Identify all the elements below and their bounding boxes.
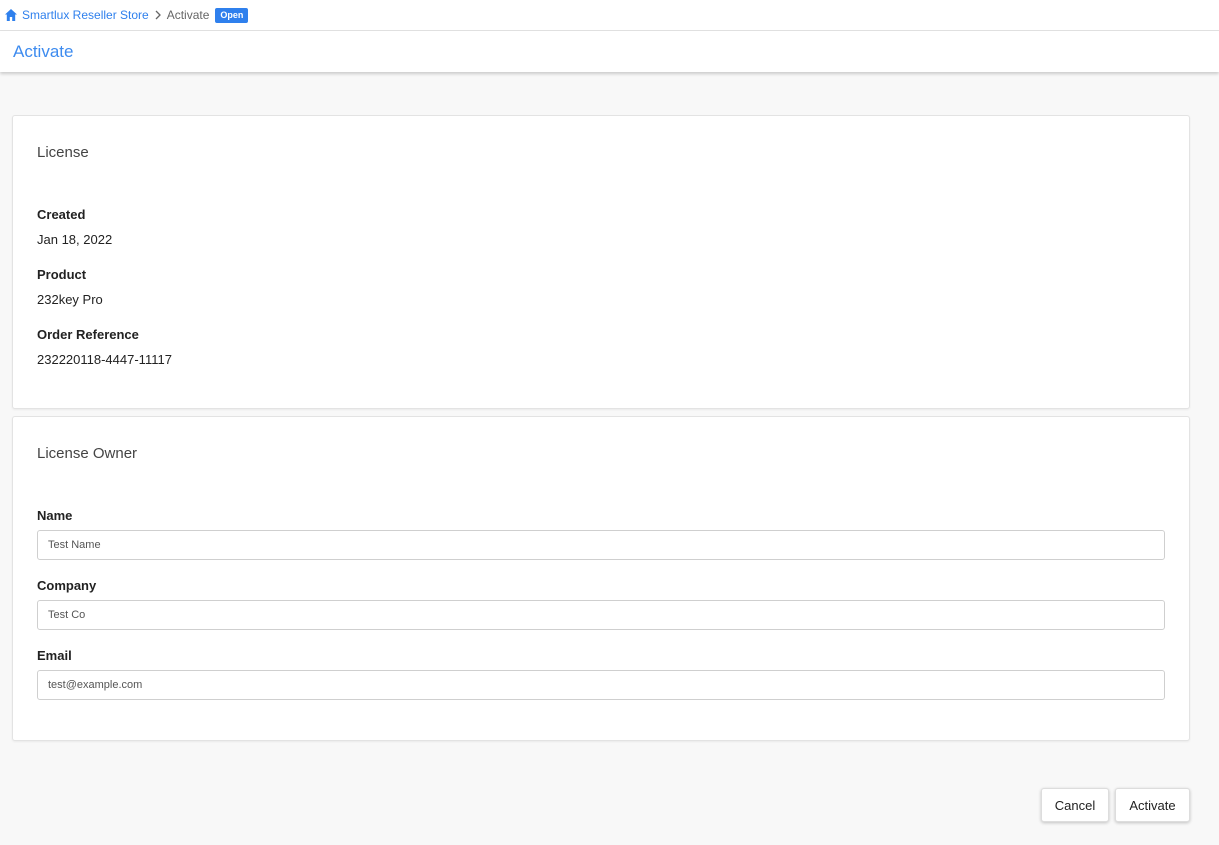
- home-icon[interactable]: [4, 8, 18, 22]
- email-input[interactable]: [37, 670, 1165, 700]
- product-label: Product: [37, 267, 87, 282]
- license-owner-card: License Owner Name Company Email: [12, 416, 1190, 741]
- license-owner-card-title: License Owner: [37, 445, 138, 462]
- created-value: Jan 18, 2022: [37, 232, 113, 247]
- chevron-right-icon: [154, 10, 162, 20]
- order-reference-value: 232220118-4447-11117: [37, 352, 172, 367]
- breadcrumb-store-link[interactable]: Smartlux Reseller Store: [22, 8, 149, 22]
- order-reference-label: Order Reference: [37, 327, 139, 342]
- breadcrumb-current: Activate: [166, 8, 210, 22]
- page-title: Activate: [13, 41, 74, 61]
- page-header: Activate: [0, 31, 1219, 72]
- status-badge: Open: [215, 7, 249, 23]
- company-label: Company: [37, 578, 97, 593]
- breadcrumb: Smartlux Reseller Store Activate Open: [0, 0, 1219, 31]
- activate-button[interactable]: Activate: [1115, 788, 1190, 822]
- company-input[interactable]: [37, 600, 1165, 630]
- created-label: Created: [37, 207, 86, 222]
- email-label: Email: [37, 648, 72, 663]
- product-value: 232key Pro: [37, 292, 103, 307]
- name-input[interactable]: [37, 530, 1165, 560]
- license-card: License Created Jan 18, 2022 Product 232…: [12, 115, 1190, 409]
- name-label: Name: [37, 508, 73, 523]
- cancel-button[interactable]: Cancel: [1041, 788, 1109, 822]
- license-card-title: License: [37, 144, 89, 161]
